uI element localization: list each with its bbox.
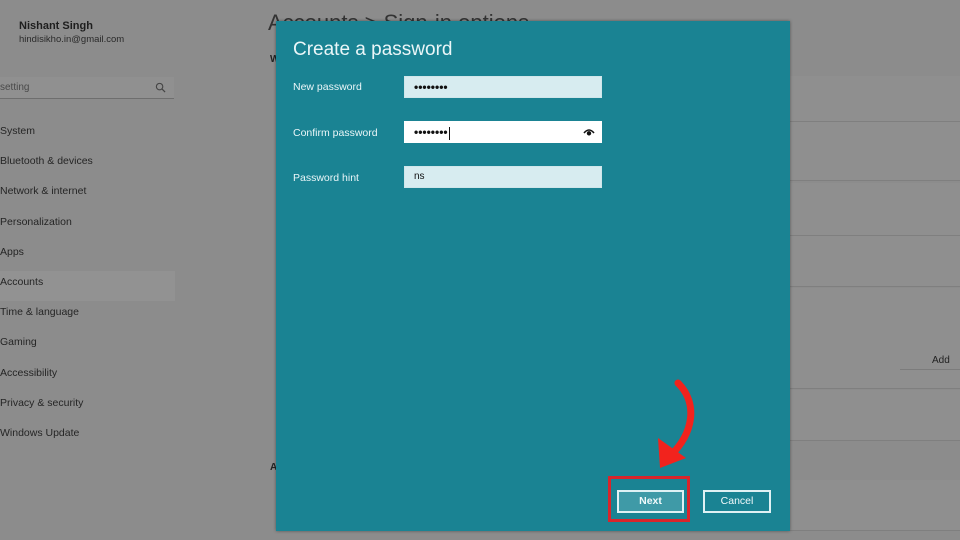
- settings-card[interactable]: [790, 288, 960, 389]
- confirm-password-label: Confirm password: [293, 127, 378, 139]
- sidebar-item-label: Accounts: [0, 275, 44, 288]
- add-button[interactable]: Add: [932, 355, 950, 366]
- sidebar-item-label: Gaming: [0, 336, 37, 349]
- settings-search-input[interactable]: setting: [0, 77, 174, 99]
- create-password-dialog: Create a password New password •••••••• …: [276, 21, 790, 531]
- sidebar-item-privacy-security[interactable]: Privacy & security: [0, 392, 175, 422]
- sidebar-nav: System Bluetooth & devices Network & int…: [0, 120, 175, 452]
- password-hint-value: ns: [414, 171, 425, 182]
- search-text: setting: [0, 82, 30, 93]
- user-profile[interactable]: Nishant Singh hindisikho.in@gmail.com: [19, 20, 124, 45]
- sidebar-item-label: Apps: [0, 245, 24, 258]
- next-button-highlight: [608, 476, 690, 522]
- new-password-input[interactable]: ••••••••: [404, 76, 602, 98]
- eye-icon[interactable]: [583, 127, 595, 137]
- sidebar-item-personalization[interactable]: Personalization: [0, 211, 175, 241]
- sidebar-item-network-internet[interactable]: Network & internet: [0, 180, 175, 210]
- sidebar-item-label: Accessibility: [0, 366, 58, 379]
- profile-name: Nishant Singh: [19, 20, 93, 32]
- sidebar-item-label: Time & language: [0, 306, 79, 319]
- password-hint-input[interactable]: ns: [404, 166, 602, 188]
- sidebar-item-bluetooth-devices[interactable]: Bluetooth & devices: [0, 150, 175, 180]
- confirm-password-value: ••••••••: [414, 125, 448, 139]
- dialog-title: Create a password: [293, 39, 453, 60]
- sidebar-item-label: Privacy & security: [0, 396, 84, 409]
- settings-card[interactable]: [790, 76, 960, 122]
- settings-card[interactable]: [790, 236, 960, 287]
- sidebar-item-label: Network & internet: [0, 185, 87, 198]
- confirm-password-input[interactable]: ••••••••: [404, 121, 602, 143]
- red-arrow-icon: [658, 379, 695, 468]
- sidebar-item-system[interactable]: System: [0, 120, 175, 150]
- sidebar-item-label: Bluetooth & devices: [0, 155, 93, 168]
- settings-card[interactable]: [790, 183, 960, 236]
- search-icon[interactable]: [155, 82, 166, 93]
- settings-card[interactable]: [790, 390, 960, 441]
- sidebar-item-label: Windows Update: [0, 426, 80, 439]
- text-caret: [448, 126, 450, 140]
- divider: [900, 369, 960, 370]
- sidebar-item-label: System: [0, 125, 36, 137]
- sidebar-item-time-language[interactable]: Time & language: [0, 301, 175, 331]
- cancel-button[interactable]: Cancel: [703, 490, 771, 513]
- settings-card[interactable]: [790, 480, 960, 531]
- sidebar-item-accounts[interactable]: Accounts: [0, 270, 175, 302]
- sidebar-item-gaming[interactable]: Gaming: [0, 331, 175, 361]
- sidebar-item-windows-update[interactable]: Windows Update: [0, 422, 175, 452]
- sidebar-item-accessibility[interactable]: Accessibility: [0, 362, 175, 392]
- settings-card[interactable]: [790, 122, 960, 181]
- sidebar-item-label: Personalization: [0, 215, 72, 228]
- sidebar-item-apps[interactable]: Apps: [0, 241, 175, 271]
- new-password-label: New password: [293, 81, 362, 93]
- password-hint-label: Password hint: [293, 172, 359, 184]
- profile-email: hindisikho.in@gmail.com: [19, 34, 125, 45]
- new-password-value: ••••••••: [414, 80, 448, 94]
